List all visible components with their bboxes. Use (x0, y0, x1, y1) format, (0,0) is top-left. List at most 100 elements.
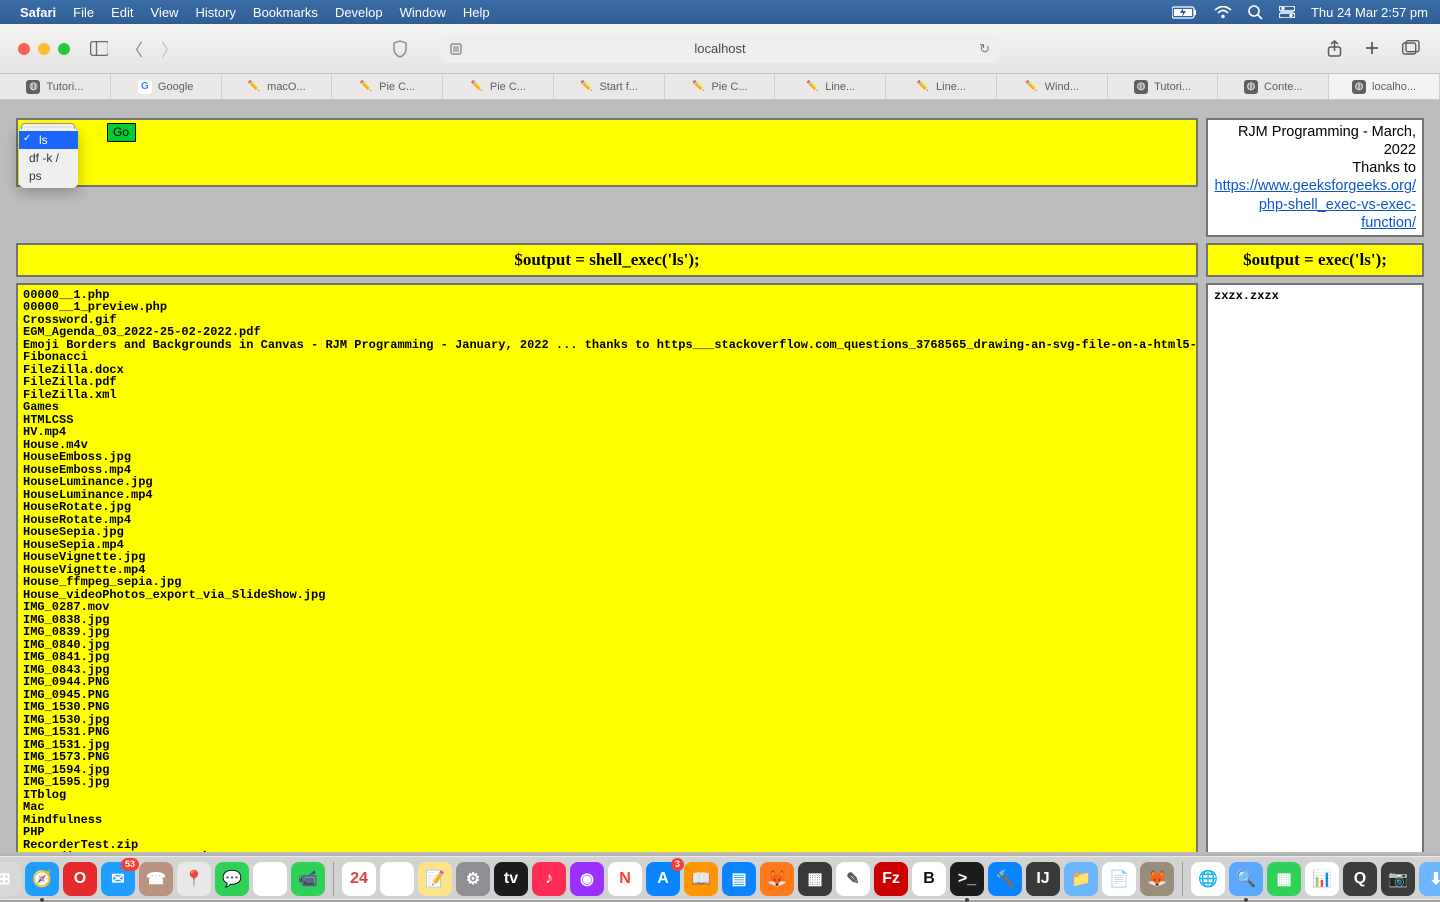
macos-menubar: Safari File Edit View History Bookmarks … (0, 0, 1440, 24)
window-controls (18, 43, 70, 55)
window-minimize-button[interactable] (38, 43, 50, 55)
dock-area: ☺⊞🧭O✉53☎📍💬✿📹24≡📝⚙tv♪◉NA3📖▤🦊▦✎FzB>_🔨IJ📁📄🦊… (0, 844, 1440, 900)
browser-tab[interactable]: ◍Conte... (1218, 74, 1329, 99)
tab-label: Conte... (1264, 81, 1303, 93)
control-center-icon[interactable] (1279, 6, 1295, 18)
browser-tab[interactable]: ◍localho... (1329, 74, 1440, 99)
back-button[interactable]: 〈 (126, 36, 143, 61)
dock-numbers-icon[interactable]: ▦ (1267, 862, 1301, 896)
browser-tab[interactable]: ✏️Pie C... (332, 74, 443, 99)
browser-tab[interactable]: ✏️Line... (886, 74, 997, 99)
menu-edit[interactable]: Edit (111, 5, 133, 20)
browser-tab-bar: ◍Tutori...GGoogle✏️macO...✏️Pie C...✏️Pi… (0, 74, 1440, 100)
sidebar-toggle-button[interactable] (90, 40, 108, 58)
tab-label: macO... (267, 81, 306, 93)
dock-mail-icon[interactable]: ✉53 (101, 862, 135, 896)
dock-pages-icon[interactable]: 📄 (1102, 862, 1136, 896)
dock-podcasts-icon[interactable]: ◉ (570, 862, 604, 896)
menu-develop[interactable]: Develop (335, 5, 383, 20)
info-link[interactable]: https://www.geeksforgeeks.org/php-shell_… (1215, 178, 1417, 230)
browser-tab[interactable]: ✏️macO... (222, 74, 333, 99)
tab-label: Tutori... (46, 81, 83, 93)
window-close-button[interactable] (18, 43, 30, 55)
dock-intellij-icon[interactable]: IJ (1026, 862, 1060, 896)
browser-tab[interactable]: ✏️Pie C... (665, 74, 776, 99)
dock-terminal-icon[interactable]: >_ (950, 862, 984, 896)
dock-appstore-icon[interactable]: A3 (646, 862, 680, 896)
browser-tab[interactable]: GGoogle (111, 74, 222, 99)
info-panel: RJM Programming - March, 2022 Thanks to … (1206, 118, 1424, 237)
tab-label: Wind... (1045, 81, 1079, 93)
dock-calculator-icon[interactable]: ▦ (798, 862, 832, 896)
share-button[interactable] (1327, 40, 1342, 58)
menubar-clock[interactable]: Thu 24 Mar 2:57 pm (1311, 5, 1428, 20)
window-zoom-button[interactable] (58, 43, 70, 55)
reload-button[interactable]: ↻ (979, 41, 990, 57)
dock-textedit-icon[interactable]: ✎ (836, 862, 870, 896)
browser-tab[interactable]: ✏️Pie C... (443, 74, 554, 99)
dock-maps-icon[interactable]: 📍 (177, 862, 211, 896)
dock-contacts-icon[interactable]: ☎ (139, 862, 173, 896)
dock-chrome-icon[interactable]: 🌐 (1191, 862, 1225, 896)
dock-filezilla-icon[interactable]: Fz (874, 862, 908, 896)
dock-safari-icon[interactable]: 🧭 (25, 862, 59, 896)
browser-tab[interactable]: ✏️Wind... (997, 74, 1108, 99)
menu-bookmarks[interactable]: Bookmarks (253, 5, 318, 20)
dock: ☺⊞🧭O✉53☎📍💬✿📹24≡📝⚙tv♪◉NA3📖▤🦊▦✎FzB>_🔨IJ📁📄🦊… (0, 856, 1440, 900)
browser-tab[interactable]: ◍Tutori... (0, 74, 111, 99)
running-indicator (965, 898, 969, 902)
browser-tab[interactable]: ◍Tutori... (1108, 74, 1219, 99)
browser-tab[interactable]: ✏️Start f... (554, 74, 665, 99)
option-ls[interactable]: ls (19, 131, 78, 149)
menu-app-name[interactable]: Safari (20, 5, 56, 20)
dock-keynote-icon[interactable]: ▤ (722, 862, 756, 896)
header-exec: $output = exec('ls'); (1206, 243, 1424, 277)
dock-downloads-icon[interactable]: ⬇ (1419, 862, 1440, 896)
menu-history[interactable]: History (195, 5, 235, 20)
menu-view[interactable]: View (151, 5, 179, 20)
dock-music-icon[interactable]: ♪ (532, 862, 566, 896)
new-tab-button[interactable] (1364, 40, 1380, 58)
command-select-dropdown[interactable]: ls df -k / ps (19, 128, 78, 188)
dock-news-icon[interactable]: N (608, 862, 642, 896)
dock-facetime-icon[interactable]: 📹 (291, 862, 325, 896)
menu-file[interactable]: File (73, 5, 94, 20)
tab-label: Tutori... (1154, 81, 1191, 93)
address-bar[interactable]: localhost ↻ (440, 35, 1000, 63)
spotlight-icon[interactable] (1248, 5, 1263, 20)
dock-launchpad-icon[interactable]: ⊞ (0, 862, 21, 896)
tab-label: Line... (936, 81, 966, 93)
dock-opera-icon[interactable]: O (63, 862, 97, 896)
option-ps[interactable]: ps (19, 167, 78, 185)
dock-systemprefs-icon[interactable]: ⚙ (456, 862, 490, 896)
dock-xcode-icon[interactable]: 🔨 (988, 862, 1022, 896)
dock-separator (1182, 862, 1183, 896)
dock-firefox-icon[interactable]: 🦊 (760, 862, 794, 896)
privacy-report-icon[interactable] (392, 40, 408, 58)
wifi-icon[interactable] (1214, 6, 1232, 19)
menu-window[interactable]: Window (400, 5, 446, 20)
forward-button[interactable]: 〉 (161, 36, 178, 61)
dock-appletv-icon[interactable]: tv (494, 862, 528, 896)
go-button[interactable]: Go (107, 123, 136, 142)
tab-label: Pie C... (490, 81, 526, 93)
dock-quicktime-icon[interactable]: Q (1343, 862, 1377, 896)
dock-brackets-icon[interactable]: B (912, 862, 946, 896)
tab-overview-button[interactable] (1402, 40, 1420, 58)
dock-preview-icon[interactable]: 🔍 (1229, 862, 1263, 896)
battery-icon[interactable] (1172, 6, 1198, 19)
dock-screenshot-icon[interactable]: 📷 (1381, 862, 1415, 896)
dock-gimp-icon[interactable]: 🦊 (1140, 862, 1174, 896)
dock-notes-icon[interactable]: 📝 (418, 862, 452, 896)
dock-photos-icon[interactable]: ✿ (253, 862, 287, 896)
menu-help[interactable]: Help (463, 5, 490, 20)
site-settings-icon[interactable] (450, 43, 462, 55)
dock-calendar-icon[interactable]: 24 (342, 862, 376, 896)
dock-folder1-icon[interactable]: 📁 (1064, 862, 1098, 896)
dock-books-icon[interactable]: 📖 (684, 862, 718, 896)
dock-activity-icon[interactable]: 📊 (1305, 862, 1339, 896)
dock-messages-icon[interactable]: 💬 (215, 862, 249, 896)
option-df[interactable]: df -k / (19, 149, 78, 167)
browser-tab[interactable]: ✏️Line... (775, 74, 886, 99)
dock-reminders-icon[interactable]: ≡ (380, 862, 414, 896)
